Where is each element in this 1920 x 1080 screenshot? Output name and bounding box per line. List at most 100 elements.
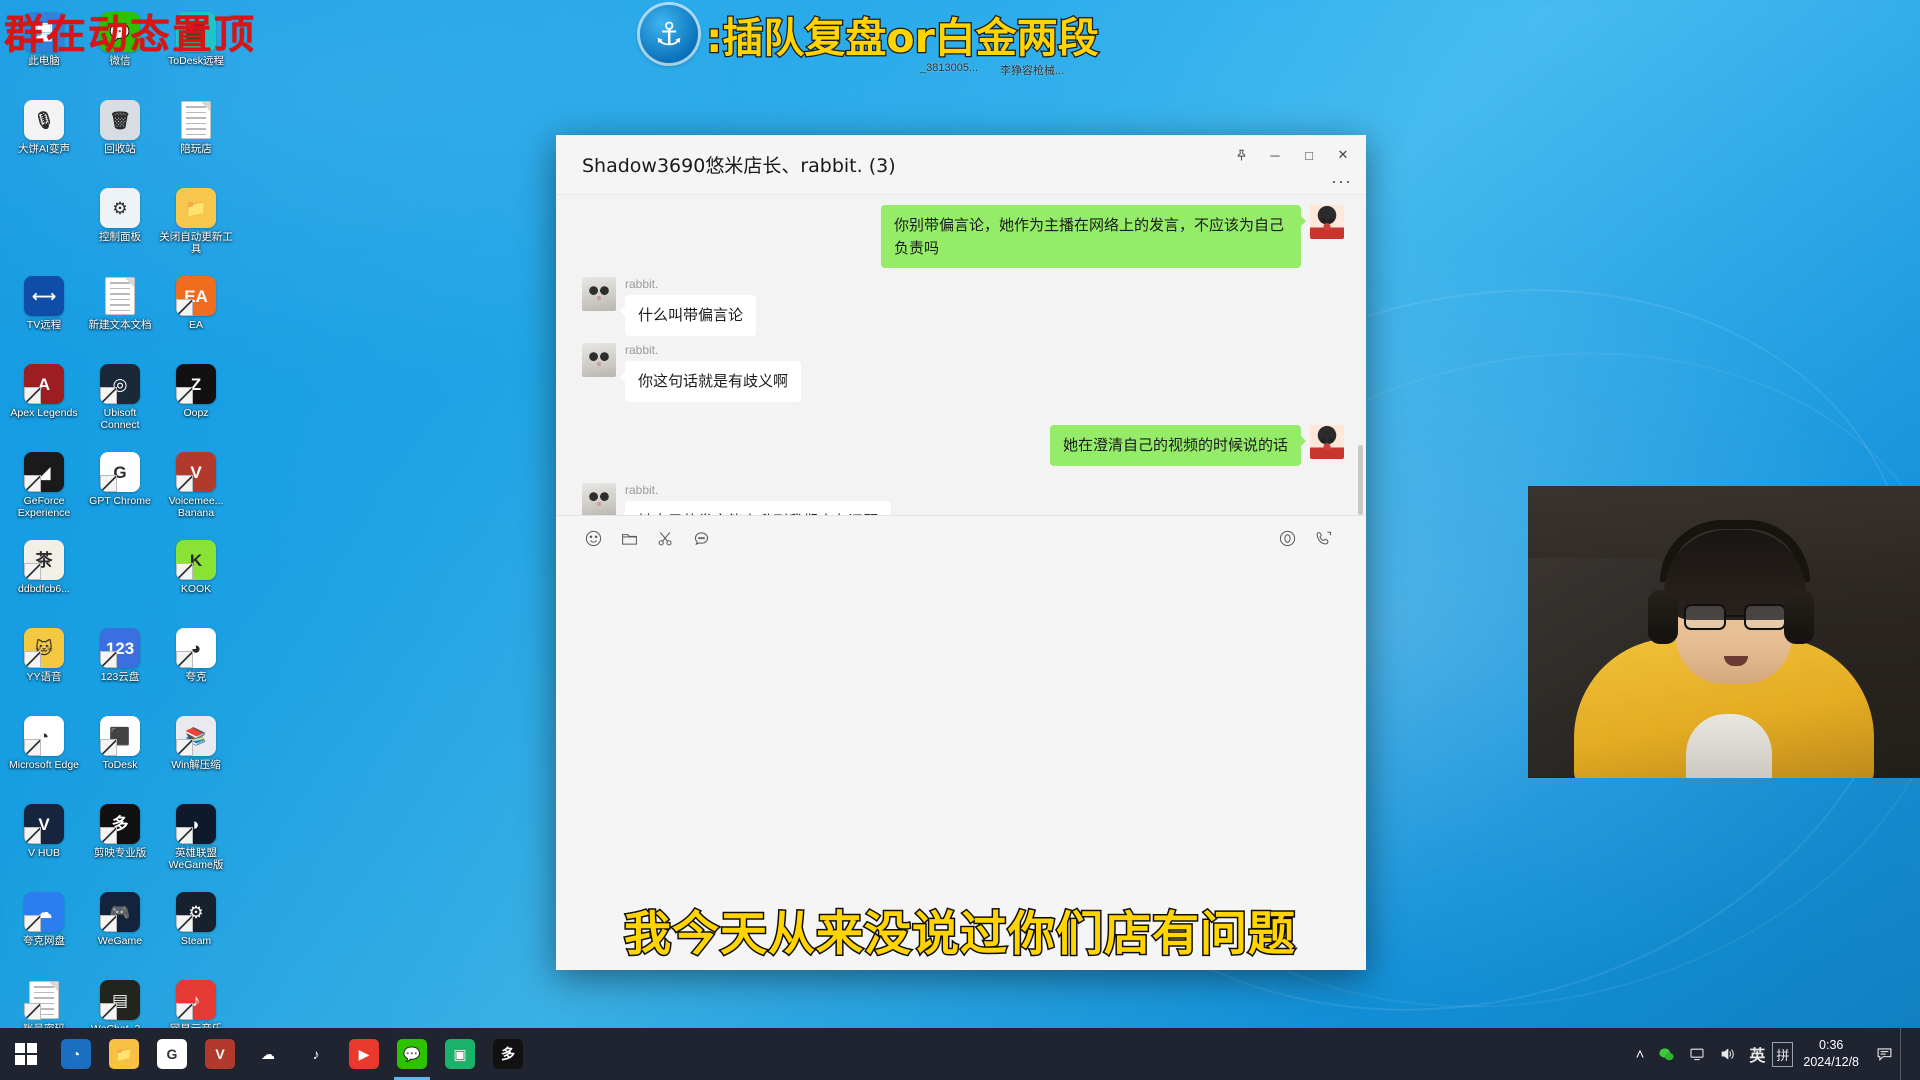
steam-icon: ⚙ [176, 892, 216, 932]
desktop-icon-label: WeGame [97, 935, 143, 947]
desktop-icon-label: Win解压缩 [171, 759, 221, 771]
chat-message[interactable]: rabbit. 什么叫带偏言论 [582, 277, 757, 336]
desktop-icon-kook[interactable]: K KOOK [158, 534, 234, 622]
message-list[interactable]: 你别带偏言论，她作为主播在网络上的发言，不应该为自己负责吗 rabbit. 什么叫带… [556, 195, 1366, 515]
message-input-area[interactable] [556, 560, 1366, 661]
desktop-icon-winrar[interactable]: 📚 Win解压缩 [158, 710, 234, 798]
kook-icon: K [176, 540, 216, 580]
desktop-icon-voicemeeter-banana[interactable]: V Voicemee... Banana [158, 446, 234, 534]
more-options-icon[interactable]: ··· [1331, 171, 1352, 192]
message-bubble[interactable]: 什么叫带偏言论 [619, 295, 757, 336]
desktop-icon-ea-app[interactable]: EA EA [158, 270, 234, 358]
desktop-icon-todesk[interactable]: ⬛ ToDesk [82, 710, 158, 798]
message-bubble[interactable]: 你这句话就是有歧义啊 [619, 361, 802, 402]
desktop-icon-apex-legends[interactable]: A Apex Legends [6, 358, 82, 446]
taskbar-item-file-explorer[interactable]: 📁 [100, 1028, 148, 1080]
desktop-icon-wegame[interactable]: 🎮 WeGame [82, 886, 158, 974]
chat-message[interactable]: rabbit. 她自己的发言能上升到我们店有问题 [582, 483, 892, 515]
taskbar-item-jianying[interactable]: 多 [484, 1028, 532, 1080]
taskbar-item-chrome[interactable]: G [148, 1028, 196, 1080]
desktop-icon-ubisoft-connect[interactable]: ◎ Ubisoft Connect [82, 358, 158, 446]
minimize-button[interactable]: ─ [1258, 141, 1292, 169]
maximize-button[interactable]: □ [1292, 141, 1326, 169]
chat-message[interactable]: 她在澄清自己的视频的时候说的话 [1049, 425, 1344, 466]
avatar[interactable] [1310, 425, 1344, 459]
message-bubble[interactable]: 你别带偏言论，她作为主播在网络上的发言，不应该为自己负责吗 [881, 205, 1306, 268]
desktop-icon-ddbdfcb6-file[interactable]: 茶 ddbdfcb6... [6, 534, 82, 622]
ime-mode-icon[interactable]: 拼 [1772, 1041, 1794, 1067]
desktop-icon-microsoft-edge[interactable]: ◔ Microsoft Edge [6, 710, 82, 798]
wechat-icon: 💬 [397, 1039, 427, 1069]
desktop-icon-peiwandian-doc[interactable]: 陪玩店 [158, 94, 234, 182]
taskbar-item-streaming-app[interactable]: ▣ [436, 1028, 484, 1080]
emoji-icon[interactable] [578, 523, 608, 553]
taskbar-item-media-player[interactable]: ▶ [340, 1028, 388, 1080]
chrome-icon: G [157, 1039, 187, 1069]
desktop-icon-label: Ubisoft Connect [100, 407, 140, 432]
window-title-bar[interactable]: Shadow3690悠米店长、rabbit. (3) ─ □ ✕ ··· [556, 135, 1366, 195]
pin-icon[interactable] [1224, 141, 1258, 169]
voicemeeter-icon: V [205, 1039, 235, 1069]
clock-date: 2024/12/8 [1803, 1055, 1859, 1069]
voice-input-icon[interactable] [1272, 523, 1302, 553]
desktop-icon-steam[interactable]: ⚙ Steam [158, 886, 234, 974]
desktop-icon-dabing-ai-voice[interactable]: 🎙 大饼AI变声 [6, 94, 82, 182]
avatar[interactable] [582, 277, 616, 311]
webcam-overlay [1528, 486, 1920, 778]
chat-history-icon[interactable] [686, 523, 716, 553]
geforce-experience-icon: ◢ [24, 452, 64, 492]
desktop-icon-quark-netdisk[interactable]: ☁ 夸克网盘 [6, 886, 82, 974]
desktop-icon-yy-voice[interactable]: 🐱 YY语音 [6, 622, 82, 710]
message-bubble[interactable]: 她自己的发言能上升到我们店有问题 [619, 501, 892, 515]
chat-scrollbar[interactable] [1358, 445, 1363, 515]
desktop-icon-control-panel[interactable]: ⚙ 控制面板 [82, 182, 158, 270]
desktop-icon-label: GPT Chrome [89, 495, 151, 507]
desktop-icon-disable-auto-update-tool[interactable]: 📁 关闭自动更新工具 [158, 182, 234, 270]
desktop-icon-quark-browser[interactable]: ◕ 夸克 [158, 622, 234, 710]
message-content: rabbit. 什么叫带偏言论 [619, 277, 757, 336]
taskbar-item-obs-or-tool[interactable]: ☁ [244, 1028, 292, 1080]
notification-center-icon[interactable] [1869, 1028, 1900, 1080]
show-desktop-button[interactable] [1900, 1028, 1910, 1080]
desktop-icon-recycle-bin[interactable]: 🗑 回收站 [82, 94, 158, 182]
desktop-icon-jianying-pro[interactable]: 多剪映专业版 [82, 798, 158, 886]
chevron-up-icon[interactable]: ˄ [1629, 1028, 1652, 1080]
mini-label-0: _3813005... [920, 62, 979, 74]
desktop-icon-v-hub[interactable]: V V HUB [6, 798, 82, 886]
close-button[interactable]: ✕ [1326, 141, 1360, 169]
avatar[interactable] [1310, 205, 1344, 239]
winrar-icon: 📚 [176, 716, 216, 756]
taskbar-item-edge[interactable]: ◔ [52, 1028, 100, 1080]
taskbar-item-netease-music[interactable]: ♪ [292, 1028, 340, 1080]
windows-start-icon[interactable] [0, 1028, 52, 1080]
taskbar-item-wechat[interactable]: 💬 [388, 1028, 436, 1080]
wechat-tray-icon[interactable] [1651, 1028, 1682, 1080]
desktop-icon-teamviewer[interactable]: ⟷ TV远程 [6, 270, 82, 358]
chat-message[interactable]: 你别带偏言论，她作为主播在网络上的发言，不应该为自己负责吗 [881, 205, 1344, 268]
wechat-chat-window[interactable]: Shadow3690悠米店长、rabbit. (3) ─ □ ✕ ··· 你别带… [556, 135, 1366, 970]
desktop-icon-123pan[interactable]: 123 123云盘 [82, 622, 158, 710]
volume-icon[interactable] [1712, 1028, 1742, 1080]
folder-icon[interactable] [614, 523, 644, 553]
message-bubble[interactable]: 她在澄清自己的视频的时候说的话 [1049, 425, 1307, 466]
video-call-icon[interactable] [1308, 523, 1338, 553]
avatar[interactable] [582, 483, 616, 515]
desktop-icon-lol-wegame[interactable]: ◗ 英雄联盟 WeGame版 [158, 798, 234, 886]
chat-message[interactable]: rabbit. 你这句话就是有歧义啊 [582, 343, 802, 402]
desktop-icon-geforce-experience[interactable]: ◢ GeForce Experience [6, 446, 82, 534]
desktop-icon-gpt-chrome[interactable]: G GPT Chrome [82, 446, 158, 534]
clock[interactable]: 0:36 2024/12/8 [1793, 1037, 1869, 1071]
screenshot-icon[interactable] [650, 523, 680, 553]
desktop-icon-new-text-document[interactable]: 新建文本文档 [82, 270, 158, 358]
desktop-icon-oopz[interactable]: Z Oopz [158, 358, 234, 446]
desktop-icon-label: 夸克 [185, 671, 207, 683]
control-panel-icon: ⚙ [100, 188, 140, 228]
ime-language-icon[interactable]: 英 [1742, 1028, 1772, 1080]
wegame-icon: 🎮 [100, 892, 140, 932]
network-icon[interactable] [1682, 1028, 1712, 1080]
desktop-icon-label: 123云盘 [100, 671, 140, 683]
taskbar-item-voicemeeter[interactable]: V [196, 1028, 244, 1080]
disable-auto-update-tool-icon: 📁 [176, 188, 216, 228]
avatar[interactable] [582, 343, 616, 377]
v-hub-icon: V [24, 804, 64, 844]
